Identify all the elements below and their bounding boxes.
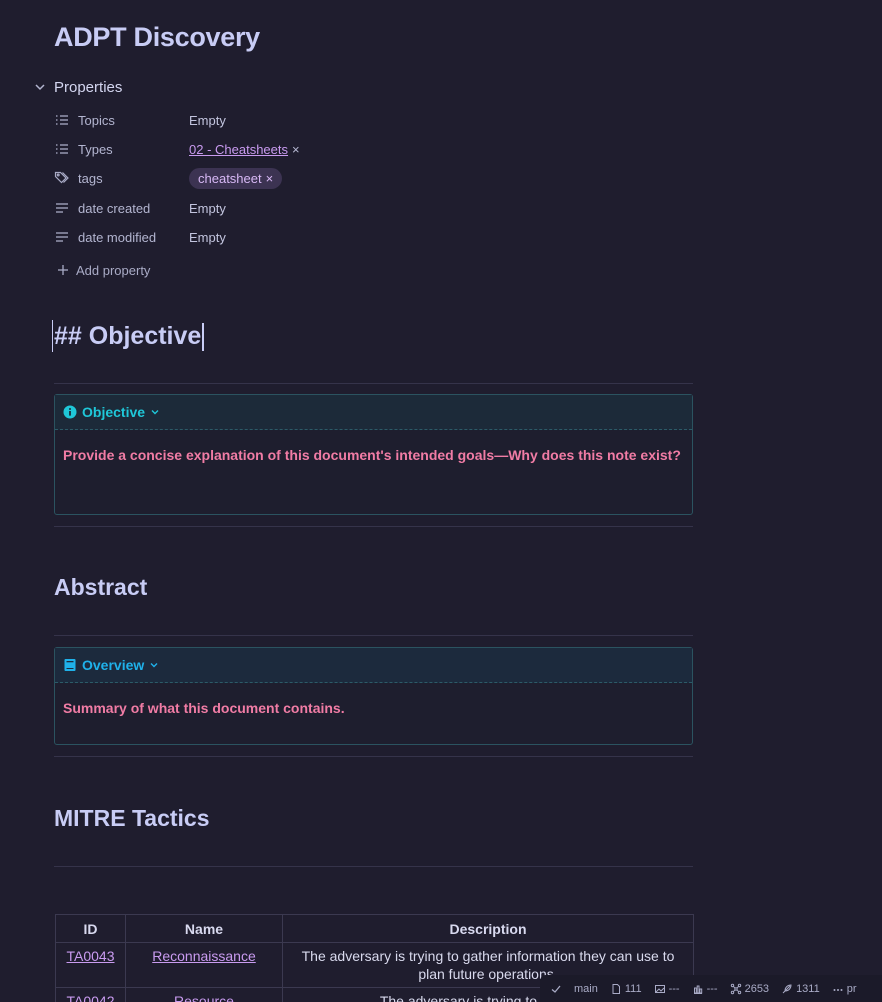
chevron-down-icon (151, 410, 159, 415)
property-value[interactable]: Empty (189, 230, 226, 245)
chart-icon (693, 985, 702, 994)
status-item-value: pr (846, 982, 857, 995)
property-value-text: Empty (189, 112, 226, 128)
divider (54, 383, 693, 384)
table-cell-name: Resource (125, 987, 283, 1002)
property-key-label: date modified (78, 229, 157, 245)
tags-icon (54, 171, 69, 184)
text-lines-icon (56, 203, 68, 213)
tag-label: cheatsheet (198, 170, 262, 186)
property-value: cheatsheet × (189, 167, 283, 189)
property-row-date-modified: date modified Empty (54, 225, 654, 249)
divider (54, 526, 693, 527)
status-item-value: --- (706, 982, 718, 995)
add-property-button[interactable]: Add property (56, 260, 150, 280)
property-key-label: Topics (78, 112, 115, 128)
tactic-name-link[interactable]: Resource (174, 993, 234, 1002)
table-cell-id: TA0042 (55, 987, 126, 1002)
remove-tag-button[interactable]: × (266, 171, 274, 186)
list-icon (56, 115, 68, 125)
divider (54, 635, 693, 636)
property-value: 02 - Cheatsheets × (189, 142, 300, 157)
tactic-id-link[interactable]: TA0042 (67, 993, 115, 1002)
char-count[interactable]: 1311 (781, 983, 820, 995)
property-value-text: Empty (189, 229, 226, 245)
status-item[interactable]: pr (832, 983, 857, 995)
divider (54, 756, 693, 757)
status-bar: main 111 --- --- 2653 1311 pr (540, 975, 882, 1002)
table-cell-id: TA0043 (55, 942, 126, 988)
word-count-value: 2653 (744, 982, 770, 995)
chevron-down-icon (35, 84, 45, 91)
text-cursor (202, 323, 204, 352)
properties-header-label: Properties (54, 78, 123, 96)
tag-pill[interactable]: cheatsheet × (189, 167, 283, 189)
network-icon (730, 983, 741, 994)
property-key[interactable]: date modified (54, 229, 189, 245)
overview-callout-body: Summary of what this document contains. (63, 700, 345, 716)
property-key-label: tags (78, 170, 103, 186)
column-header-description[interactable]: Description (282, 914, 694, 943)
remove-type-button[interactable]: × (292, 142, 300, 157)
word-count[interactable]: 2653 (730, 983, 769, 995)
sync-status[interactable] (550, 983, 562, 995)
add-property-label: Add property (76, 262, 151, 278)
property-key[interactable]: date created (54, 200, 189, 216)
table-cell-name: Reconnaissance (125, 942, 283, 988)
tactic-id-link[interactable]: TA0043 (67, 948, 115, 964)
status-item-value: --- (668, 982, 680, 995)
property-value[interactable]: Empty (189, 201, 226, 216)
property-row-date-created: date created Empty (54, 196, 654, 220)
overview-callout-title: Overview (82, 657, 145, 673)
text-lines-icon (56, 232, 68, 242)
char-count-value: 1311 (796, 982, 820, 995)
objective-callout: Objective Provide a concise explanation … (54, 394, 693, 515)
editing-heading[interactable]: ## Objective (52, 320, 204, 352)
overview-callout-header[interactable]: Overview (55, 648, 692, 683)
property-row-tags: tags cheatsheet × (54, 166, 654, 190)
property-key[interactable]: Topics (54, 112, 189, 128)
check-icon (551, 985, 561, 993)
status-item[interactable]: --- (654, 983, 680, 995)
list-icon (56, 144, 68, 154)
files-count-value: 111 (624, 982, 642, 995)
column-header-id[interactable]: ID (55, 914, 126, 943)
tactic-name-link[interactable]: Reconnaissance (152, 948, 256, 964)
objective-callout-header[interactable]: Objective (55, 395, 692, 430)
divider (54, 866, 693, 867)
info-icon (63, 405, 77, 419)
more-icon (833, 988, 843, 991)
table-header-row: ID Name Description (55, 914, 694, 943)
overview-callout: Overview Summary of what this document c… (54, 647, 693, 745)
property-value-text: Empty (189, 200, 226, 216)
book-icon (64, 659, 76, 671)
property-row-topics: Topics Empty (54, 108, 654, 132)
chevron-down-icon (150, 663, 158, 668)
property-key-label: Types (78, 141, 113, 157)
property-row-types: Types 02 - Cheatsheets × (54, 137, 654, 161)
status-item[interactable]: --- (692, 983, 718, 995)
objective-callout-body: Provide a concise explanation of this do… (63, 447, 681, 463)
property-key[interactable]: Types (54, 141, 189, 157)
column-header-name[interactable]: Name (125, 914, 283, 943)
feather-icon (782, 983, 792, 993)
file-icon (612, 983, 620, 994)
git-branch[interactable]: main (574, 983, 598, 995)
types-link[interactable]: 02 - Cheatsheets (189, 142, 288, 157)
note-page: ADPT Discovery Properties Topics Empty T… (0, 0, 882, 1002)
note-title[interactable]: ADPT Discovery (54, 22, 260, 53)
property-value[interactable]: Empty (189, 113, 226, 128)
heading-abstract: Abstract (54, 574, 148, 600)
branch-name: main (574, 982, 598, 995)
objective-callout-title: Objective (82, 404, 146, 420)
image-icon (654, 984, 665, 993)
plus-icon (58, 265, 68, 275)
property-key[interactable]: tags (54, 170, 189, 186)
editing-heading-text: ## Objective (54, 322, 202, 350)
files-count[interactable]: 111 (610, 983, 642, 995)
property-key-label: date created (78, 200, 151, 216)
properties-toggle[interactable]: Properties (34, 77, 122, 97)
heading-mitre-tactics: MITRE Tactics (54, 805, 210, 831)
